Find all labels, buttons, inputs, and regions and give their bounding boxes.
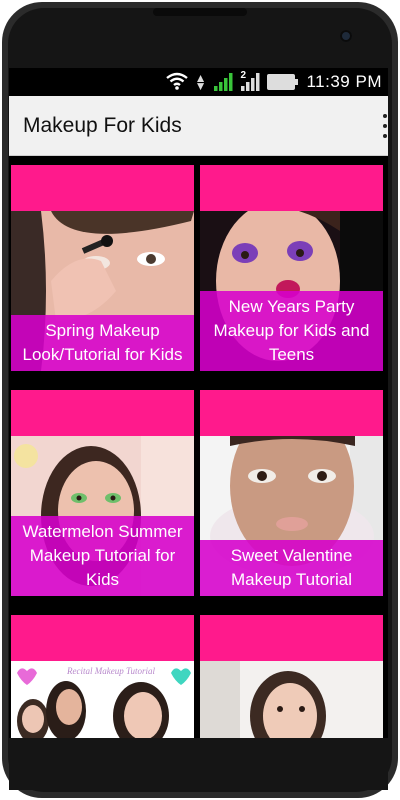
front-camera [340, 30, 352, 42]
video-title: Sweet Valentine Makeup Tutorial [200, 540, 383, 596]
wifi-icon [165, 72, 188, 92]
app-title: Makeup For Kids [23, 113, 182, 137]
thumbnail-overlay-text: Recital Makeup Tutorial [66, 666, 155, 676]
video-title: Spring Makeup Look/Tutorial for Kids [11, 315, 194, 371]
sim-number-label: 2 [240, 70, 247, 81]
video-card[interactable]: New Years Party Makeup for Kids and Teen… [200, 165, 383, 371]
card-header-bar [11, 390, 194, 436]
video-title: New Years Party Makeup for Kids and Teen… [200, 291, 383, 371]
signal-icon-sim2: 2 [240, 70, 260, 92]
video-thumbnail [200, 661, 383, 738]
status-time: 11:39 PM [306, 72, 382, 91]
overflow-menu-icon[interactable] [382, 114, 388, 138]
earpiece-speaker [153, 8, 247, 16]
video-title: Watermelon Summer Makeup Tutorial for Ki… [11, 516, 194, 596]
video-thumbnail: Recital Makeup Tutorial [11, 661, 194, 738]
signal-icon [213, 72, 233, 92]
status-bar: ▲ ▼ 2 11:39 PM [9, 68, 388, 96]
phone-bottom-bezel [9, 738, 388, 790]
video-card[interactable]: Sweet Valentine Makeup Tutorial [200, 390, 383, 596]
app-bar: Makeup For Kids [9, 96, 388, 156]
card-header-bar [11, 615, 194, 661]
card-header-bar [200, 390, 383, 436]
card-header-bar [11, 165, 194, 211]
video-card[interactable]: Watermelon Summer Makeup Tutorial for Ki… [11, 390, 194, 596]
video-grid: Spring Makeup Look/Tutorial for Kids New… [9, 157, 388, 738]
video-card[interactable]: Spring Makeup Look/Tutorial for Kids [11, 165, 194, 371]
data-arrows-icon: ▲ ▼ [194, 71, 207, 93]
card-header-bar [200, 615, 383, 661]
video-card[interactable] [200, 615, 383, 738]
battery-icon [267, 74, 299, 90]
video-card[interactable]: Recital Makeup Tutorial [11, 615, 194, 738]
phone-frame: ▲ ▼ 2 11:39 PM Makeup For Kids Spring Ma… [0, 0, 400, 800]
card-header-bar [200, 165, 383, 211]
screen: ▲ ▼ 2 11:39 PM Makeup For Kids Spring Ma… [9, 68, 388, 738]
